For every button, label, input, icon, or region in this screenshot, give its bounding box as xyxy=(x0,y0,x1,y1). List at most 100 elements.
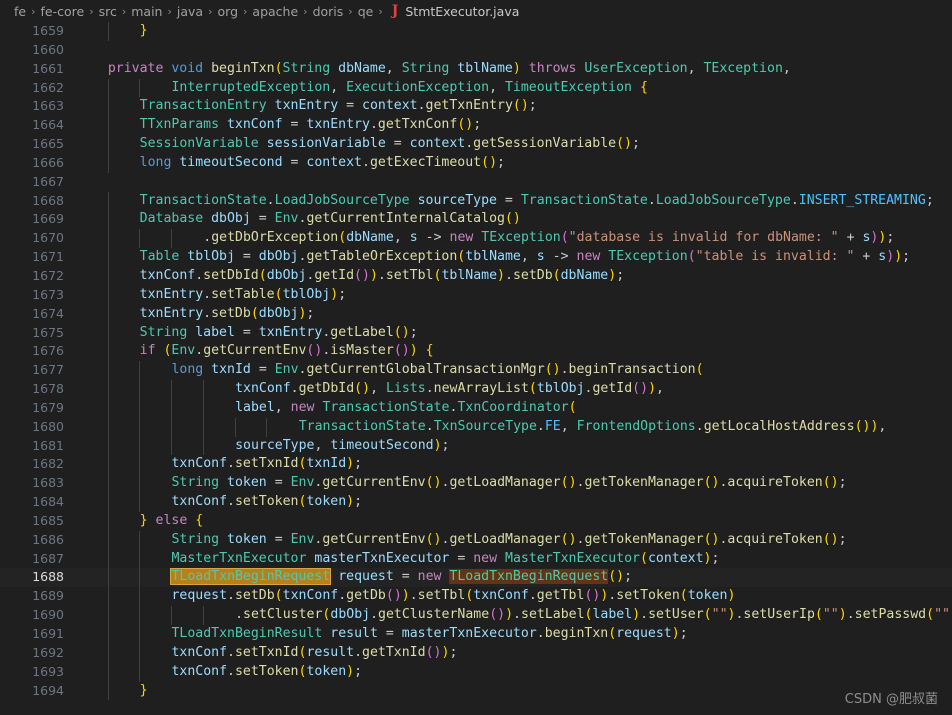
line-number: 1685 xyxy=(32,512,64,528)
breadcrumb-item-java[interactable]: java xyxy=(177,4,203,19)
code-line-text[interactable]: .setCluster(dbObj.getClusterName()).setL… xyxy=(76,606,952,625)
code-line[interactable]: 1690 .setCluster(dbObj.getClusterName())… xyxy=(0,606,952,625)
code-line[interactable]: 1669 Database dbObj = Env.getCurrentInte… xyxy=(0,210,952,230)
line-number: 1681 xyxy=(32,437,64,453)
code-line[interactable]: 1663 TransactionEntry txnEntry = context… xyxy=(0,97,952,117)
code-line-text[interactable]: } else { xyxy=(76,511,952,531)
indent-guides xyxy=(76,511,952,531)
code-line[interactable]: 1674 txnEntry.setDb(dbObj); xyxy=(0,304,952,324)
breadcrumb-separator: › xyxy=(121,4,127,18)
code-line-text[interactable] xyxy=(76,41,952,60)
code-line[interactable]: 1679 label, new TransactionState.TxnCoor… xyxy=(0,398,952,418)
code-line[interactable]: 1671 Table tblObj = dbObj.getTableOrExce… xyxy=(0,248,952,267)
code-line-text[interactable]: String token = Env.getCurrentEnv().getLo… xyxy=(76,530,952,550)
code-line-text[interactable]: InterruptedException, ExecutionException… xyxy=(76,78,952,98)
code-line-text[interactable]: txnConf.setDbId(dbObj.getId()).setTbl(tb… xyxy=(76,266,952,286)
code-line-text[interactable]: txnConf.getDbId(), Lists.newArrayList(tb… xyxy=(76,380,952,399)
code-line[interactable]: 1675 String label = txnEntry.getLabel(); xyxy=(0,323,952,343)
line-number: 1664 xyxy=(32,117,64,133)
code-line-text[interactable]: txnConf.setToken(token); xyxy=(76,493,952,512)
code-line[interactable]: 1686 String token = Env.getCurrentEnv().… xyxy=(0,530,952,550)
code-line[interactable]: 1687 MasterTxnExecutor masterTxnExecutor… xyxy=(0,549,952,569)
code-line-text[interactable]: txnEntry.setDb(dbObj); xyxy=(76,304,952,324)
code-line[interactable]: 1670 .getDbOrException(dbName, s -> new … xyxy=(0,229,952,249)
line-number: 1669 xyxy=(32,211,64,227)
code-line[interactable]: 1661 private void beginTxn(String dbName… xyxy=(0,60,952,79)
breadcrumb-item-main[interactable]: main xyxy=(131,4,162,19)
code-line-text[interactable]: sourceType, timeoutSecond); xyxy=(76,436,952,456)
code-line-text[interactable]: } xyxy=(76,22,952,41)
breadcrumb-item-apache[interactable]: apache xyxy=(252,4,298,19)
code-line-text[interactable]: } xyxy=(76,681,952,701)
line-number: 1689 xyxy=(32,588,64,604)
code-line-text[interactable]: long txnId = Env.getCurrentGlobalTransac… xyxy=(76,361,952,381)
code-line-text[interactable]: TTxnParams txnConf = txnEntry.getTxnConf… xyxy=(76,116,952,136)
code-line[interactable]: 1667 xyxy=(0,173,952,192)
line-number: 1671 xyxy=(32,249,64,265)
code-line-text[interactable]: long timeoutSecond = context.getExecTime… xyxy=(76,153,952,173)
code-line-text[interactable]: String label = txnEntry.getLabel(); xyxy=(76,323,952,343)
breadcrumb-item-file[interactable]: J StmtExecutor.java xyxy=(392,4,520,19)
breadcrumb-item-fe-core[interactable]: fe-core xyxy=(41,4,85,19)
code-line[interactable]: 1659 } xyxy=(0,22,952,41)
code-line-text[interactable]: TransactionState.TxnSourceType.FE, Front… xyxy=(76,417,952,437)
code-line[interactable]: 1676 if (Env.getCurrentEnv().isMaster())… xyxy=(0,342,952,362)
code-line[interactable]: 1684 txnConf.setToken(token); xyxy=(0,493,952,512)
code-line[interactable]: 1664 TTxnParams txnConf = txnEntry.getTx… xyxy=(0,116,952,136)
code-line[interactable]: 1665 SessionVariable sessionVariable = c… xyxy=(0,135,952,154)
code-line-text[interactable]: .getDbOrException(dbName, s -> new TExce… xyxy=(76,229,952,249)
code-line[interactable]: 1668 TransactionState.LoadJobSourceType … xyxy=(0,191,952,211)
line-number: 1680 xyxy=(32,418,64,434)
code-line[interactable]: 1672 txnConf.setDbId(dbObj.getId()).setT… xyxy=(0,266,952,286)
code-line[interactable]: 1689 request.setDb(txnConf.getDb()).setT… xyxy=(0,587,952,607)
breadcrumb-item-src[interactable]: src xyxy=(99,4,117,19)
code-line-text[interactable] xyxy=(76,173,952,192)
code-line-text[interactable]: Table tblObj = dbObj.getTableOrException… xyxy=(76,248,952,267)
code-line[interactable]: 1692 txnConf.setTxnId(result.getTxnId())… xyxy=(0,643,952,663)
code-line-text[interactable]: txnConf.setTxnId(result.getTxnId()); xyxy=(76,643,952,663)
breadcrumb-separator: › xyxy=(348,4,353,18)
code-line[interactable]: 1680 TransactionState.TxnSourceType.FE, … xyxy=(0,417,952,437)
code-line[interactable]: 1681 sourceType, timeoutSecond); xyxy=(0,436,952,456)
breadcrumb-item-org[interactable]: org xyxy=(218,4,239,19)
code-line-text[interactable]: MasterTxnExecutor masterTxnExecutor = ne… xyxy=(76,549,952,569)
code-line-text[interactable]: txnConf.setTxnId(txnId); xyxy=(76,455,952,475)
code-line[interactable]: 1694 } xyxy=(0,681,952,701)
code-line[interactable]: 1693 txnConf.setToken(token); xyxy=(0,662,952,682)
code-line-text[interactable]: TLoadTxnBeginRequest request = new TLoad… xyxy=(76,568,952,588)
code-line[interactable]: 1660 xyxy=(0,41,952,60)
breadcrumb-separator: › xyxy=(378,4,383,18)
code-line[interactable]: 1688 TLoadTxnBeginRequest request = new … xyxy=(0,568,952,588)
code-line-text[interactable]: TLoadTxnBeginResult result = masterTxnEx… xyxy=(76,625,952,644)
code-line[interactable]: 1673 txnEntry.setTable(tblObj); xyxy=(0,285,952,305)
code-line-text[interactable]: if (Env.getCurrentEnv().isMaster()) { xyxy=(76,342,952,362)
code-line-text[interactable]: TransactionState.LoadJobSourceType sourc… xyxy=(76,191,952,211)
breadcrumb-item-qe[interactable]: qe xyxy=(358,4,374,19)
code-line-text[interactable]: TransactionEntry txnEntry = context.getT… xyxy=(76,97,952,117)
code-line-text[interactable]: SessionVariable sessionVariable = contex… xyxy=(76,135,952,154)
code-line[interactable]: 1662 InterruptedException, ExecutionExce… xyxy=(0,78,952,98)
breadcrumb[interactable]: fe › fe-core › src › main › java › org ›… xyxy=(0,0,952,22)
breadcrumb-item-doris[interactable]: doris xyxy=(313,4,344,19)
code-line-text[interactable]: request.setDb(txnConf.getDb()).setTbl(tx… xyxy=(76,587,952,607)
code-line-text[interactable]: txnConf.setToken(token); xyxy=(76,662,952,682)
code-line[interactable]: 1678 txnConf.getDbId(), Lists.newArrayLi… xyxy=(0,380,952,399)
breadcrumb-item-fe[interactable]: fe xyxy=(14,4,26,19)
line-number: 1667 xyxy=(32,173,64,189)
selected-token[interactable]: TLoadTxnBeginRequest xyxy=(449,569,609,585)
code-line-text[interactable]: private void beginTxn(String dbName, Str… xyxy=(76,60,952,79)
code-line[interactable]: 1666 long timeoutSecond = context.getExe… xyxy=(0,153,952,173)
code-line[interactable]: 1685 } else { xyxy=(0,511,952,531)
code-lines-container[interactable]: 1659 } 1660 1661 private void beginTxn(Str… xyxy=(0,22,952,701)
line-number: 1692 xyxy=(32,644,64,660)
code-line[interactable]: 1683 String token = Env.getCurrentEnv().… xyxy=(0,474,952,494)
selected-token[interactable]: TLoadTxnBeginRequest xyxy=(171,569,331,585)
code-editor[interactable]: 1659 } 1660 1661 private void beginTxn(Str… xyxy=(0,22,952,715)
code-line-text[interactable]: String token = Env.getCurrentEnv().getLo… xyxy=(76,474,952,494)
code-line-text[interactable]: txnEntry.setTable(tblObj); xyxy=(76,285,952,305)
code-line-text[interactable]: Database dbObj = Env.getCurrentInternalC… xyxy=(76,210,952,230)
code-line[interactable]: 1682 txnConf.setTxnId(txnId); xyxy=(0,455,952,475)
code-line[interactable]: 1677 long txnId = Env.getCurrentGlobalTr… xyxy=(0,361,952,381)
code-line-text[interactable]: label, new TransactionState.TxnCoordinat… xyxy=(76,398,952,418)
code-line[interactable]: 1691 TLoadTxnBeginResult result = master… xyxy=(0,625,952,644)
